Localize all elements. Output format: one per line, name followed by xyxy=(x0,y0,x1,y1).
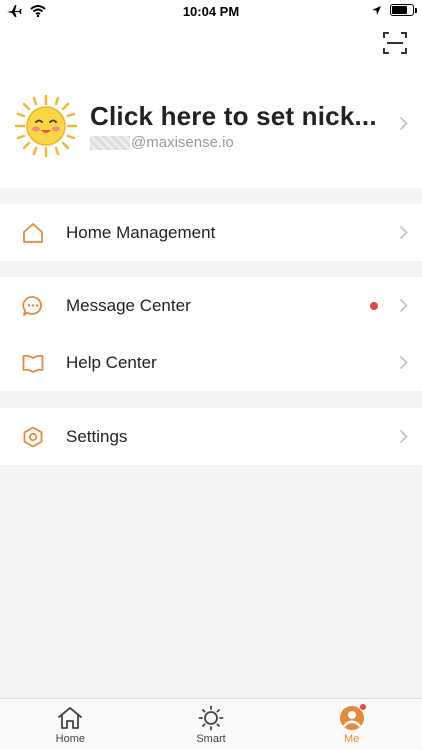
book-icon xyxy=(22,352,44,374)
menu-item-settings[interactable]: Settings xyxy=(0,408,422,465)
menu-group-settings: Settings xyxy=(0,408,422,465)
scan-icon[interactable] xyxy=(382,30,408,56)
battery-icon xyxy=(390,4,417,16)
profile-card[interactable]: Click here to set nick... @maxisense.io xyxy=(14,94,412,158)
house-icon xyxy=(22,222,44,244)
notification-badge xyxy=(358,703,367,711)
sun-tab-icon xyxy=(198,705,224,731)
home-tab-icon xyxy=(58,707,83,729)
menu-item-label: Help Center xyxy=(66,352,157,372)
hexagon-settings-icon xyxy=(22,426,44,448)
chevron-right-icon xyxy=(399,298,408,313)
email-domain: @maxisense.io xyxy=(131,134,234,151)
menu-item-message-center[interactable]: Message Center xyxy=(0,277,422,334)
status-right xyxy=(371,4,417,16)
chevron-right-icon xyxy=(399,116,408,131)
tab-label: Home xyxy=(55,733,85,745)
menu-item-label: Message Center xyxy=(66,295,191,315)
status-bar: 10:04 PM xyxy=(0,0,422,22)
chat-bubble-icon xyxy=(22,295,44,317)
sun-avatar-icon xyxy=(14,94,78,158)
unread-dot xyxy=(370,302,378,310)
nickname-label: Click here to set nick... xyxy=(90,101,377,131)
profile-text: Click here to set nick... @maxisense.io xyxy=(90,101,412,151)
menu-item-help-center[interactable]: Help Center xyxy=(0,334,422,391)
location-arrow-icon xyxy=(372,5,381,15)
tab-me[interactable]: Me xyxy=(281,699,422,750)
account-email: @maxisense.io xyxy=(90,134,412,151)
redacted-email-prefix xyxy=(90,135,130,150)
menu-group-support: Message Center Help Center xyxy=(0,277,422,391)
status-time: 10:04 PM xyxy=(182,4,240,19)
tab-smart[interactable]: Smart xyxy=(141,699,282,750)
chevron-right-icon xyxy=(399,429,408,444)
menu-item-label: Home Management xyxy=(66,222,216,242)
chevron-right-icon xyxy=(399,355,408,370)
tab-home[interactable]: Home xyxy=(0,699,141,750)
chevron-right-icon xyxy=(399,225,408,240)
tab-label: Smart xyxy=(196,733,226,745)
profile-header: Click here to set nick... @maxisense.io xyxy=(0,22,422,188)
tab-label: Me xyxy=(344,733,360,745)
menu-item-home-management[interactable]: Home Management xyxy=(0,204,422,261)
menu-group-home: Home Management xyxy=(0,204,422,261)
menu-item-label: Settings xyxy=(66,426,128,446)
bottom-tab-bar: Home Smart Me xyxy=(0,698,422,750)
